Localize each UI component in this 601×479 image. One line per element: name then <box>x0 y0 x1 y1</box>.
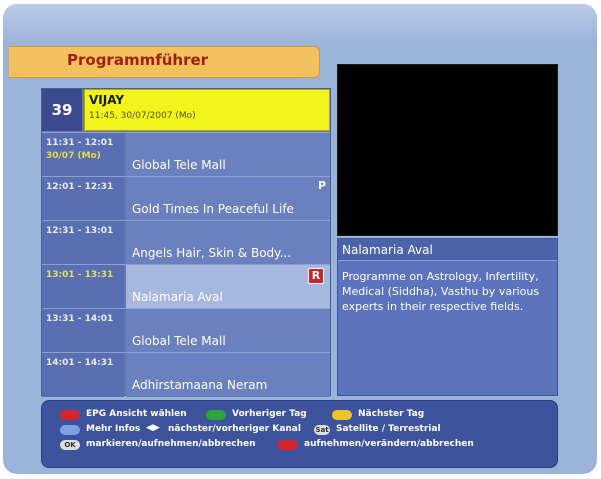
yellow-key-label: Nächster Tag <box>358 409 425 419</box>
program-time-range: 11:31 - 12:01 <box>46 138 114 148</box>
ok-key-icon: OK <box>60 440 80 450</box>
channel-number: 39 <box>42 89 82 131</box>
red-key-label: EPG Ansicht wählen <box>86 409 187 419</box>
program-time-range: 13:31 - 14:01 <box>46 314 114 324</box>
arrows-key-label: nächster/vorheriger Kanal <box>168 424 301 434</box>
record-key-label: aufnehmen/verändern/abbrechen <box>304 439 474 449</box>
program-title-cell: Global Tele Mall <box>126 309 330 353</box>
red-key-icon <box>60 410 80 420</box>
program-title: Global Tele Mall <box>132 334 226 348</box>
program-time-range: 13:01 - 13:31 <box>46 270 114 280</box>
program-row[interactable]: 12:31 - 13:01 Angels Hair, Skin & Body..… <box>42 220 330 265</box>
record-tag: R <box>308 268 324 284</box>
program-time: 13:01 - 13:31 <box>42 265 124 309</box>
info-description: Programme on Astrology, Infertility, Med… <box>342 270 540 313</box>
channel-banner[interactable]: VIJAY 11:45, 30/07/2007 (Mo) <box>84 89 330 131</box>
program-title: Global Tele Mall <box>132 158 226 172</box>
blue-key-icon <box>60 425 80 435</box>
program-time: 12:01 - 12:31 <box>42 177 124 221</box>
program-time-range: 14:01 - 14:31 <box>46 358 114 368</box>
program-row-selected[interactable]: 13:01 - 13:31 R Nalamaria Aval <box>42 264 330 309</box>
info-panel: Nalamaria Aval Programme on Astrology, I… <box>337 238 558 396</box>
program-title-cell: P Gold Times In Peaceful Life <box>126 177 330 221</box>
program-row[interactable]: 13:31 - 14:01 Global Tele Mall <box>42 308 330 353</box>
window-top-bar <box>3 4 597 44</box>
program-time: 14:01 - 14:31 <box>42 353 124 397</box>
program-date: 30/07 (Mo) <box>46 151 101 161</box>
program-time: 11:31 - 12:01 30/07 (Mo) <box>42 133 124 177</box>
green-key-icon <box>206 410 226 420</box>
channel-name: VIJAY <box>89 93 125 107</box>
page-title: Programmführer <box>67 51 209 69</box>
epg-window: Programmführer 39 VIJAY 11:45, 30/07/200… <box>3 4 597 474</box>
program-time-range: 12:31 - 13:01 <box>46 226 114 236</box>
program-title-cell: R Nalamaria Aval <box>126 265 330 309</box>
video-preview <box>337 64 558 236</box>
parental-tag: P <box>317 179 326 192</box>
key-legend: EPG Ansicht wählen Vorheriger Tag Nächst… <box>41 400 558 468</box>
header-bar: Programmführer <box>9 46 320 78</box>
record-key-icon <box>278 440 298 450</box>
program-row[interactable]: 12:01 - 12:31 P Gold Times In Peaceful L… <box>42 176 330 221</box>
info-title: Nalamaria Aval <box>338 239 557 261</box>
program-title: Angels Hair, Skin & Body... <box>132 246 292 260</box>
program-title: Nalamaria Aval <box>132 290 223 304</box>
program-row[interactable]: 11:31 - 12:01 30/07 (Mo) Global Tele Mal… <box>42 132 330 177</box>
blue-key-label: Mehr Infos <box>86 424 141 434</box>
program-list: 39 VIJAY 11:45, 30/07/2007 (Mo) 11:31 - … <box>41 88 331 397</box>
sat-key-label: Satellite / Terrestrial <box>336 424 441 434</box>
program-time-range: 12:01 - 12:31 <box>46 182 114 192</box>
program-time: 12:31 - 13:01 <box>42 221 124 265</box>
channel-datetime: 11:45, 30/07/2007 (Mo) <box>89 111 196 121</box>
left-right-arrows-icon: ◀▶ <box>146 423 160 433</box>
program-title: Adhirstamaana Neram <box>132 378 268 392</box>
program-title-cell: Angels Hair, Skin & Body... <box>126 221 330 265</box>
program-title-cell: Global Tele Mall <box>126 133 330 177</box>
ok-key-label: markieren/aufnehmen/abbrechen <box>86 439 256 449</box>
program-title-cell: Adhirstamaana Neram <box>126 353 330 397</box>
program-time: 13:31 - 14:01 <box>42 309 124 353</box>
yellow-key-icon <box>332 410 352 420</box>
green-key-label: Vorheriger Tag <box>232 409 307 419</box>
program-title: Gold Times In Peaceful Life <box>132 202 294 216</box>
program-row[interactable]: 14:01 - 14:31 Adhirstamaana Neram <box>42 352 330 397</box>
sat-key-icon: Sat <box>314 425 330 435</box>
